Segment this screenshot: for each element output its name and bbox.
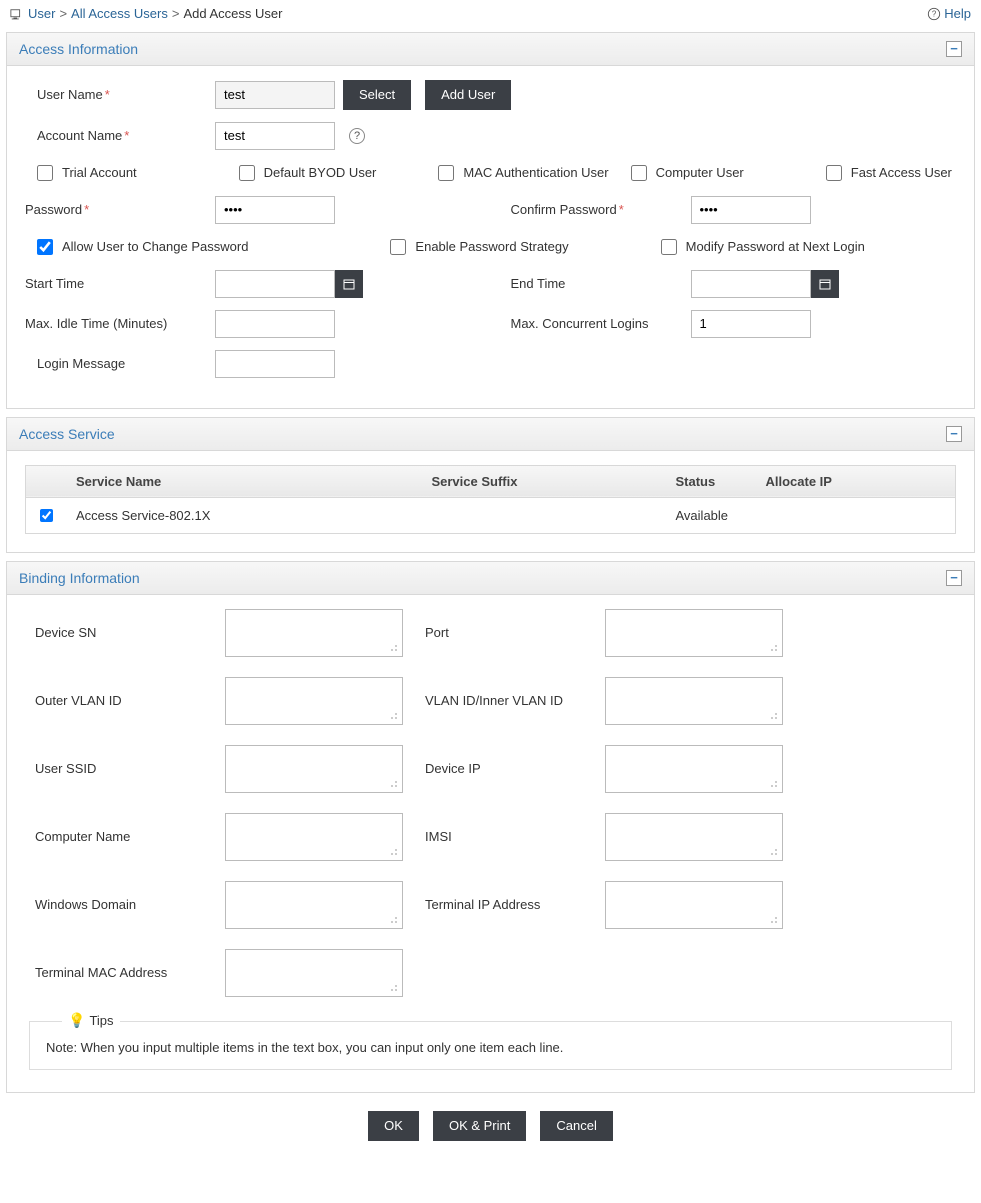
breadcrumb-sep: >: [172, 6, 180, 21]
default-byod-checkbox[interactable]: Default BYOD User: [235, 162, 377, 184]
port-label: Port: [425, 625, 585, 640]
cell-status: Available: [666, 497, 756, 533]
max-conc-label: Max. Concurrent Logins: [511, 316, 691, 331]
calendar-icon: [819, 278, 831, 290]
end-time-label: End Time: [511, 276, 691, 291]
fast-access-checkbox[interactable]: Fast Access User: [822, 162, 952, 184]
cell-allocate: [756, 497, 956, 533]
terminal-mac-input[interactable]: [225, 949, 403, 997]
top-bar: User > All Access Users > Add Access Use…: [0, 0, 981, 28]
breadcrumb-icon: [10, 6, 24, 22]
max-idle-label: Max. Idle Time (Minutes): [25, 316, 215, 331]
collapse-button[interactable]: −: [946, 570, 962, 586]
mac-auth-checkbox[interactable]: MAC Authentication User: [434, 162, 608, 184]
breadcrumb-current: Add Access User: [183, 6, 282, 21]
device-ip-input[interactable]: [605, 745, 783, 793]
enable-pw-strategy-checkbox[interactable]: Enable Password Strategy: [386, 236, 568, 258]
user-name-label: User Name*: [25, 87, 215, 102]
trial-account-checkbox[interactable]: Trial Account: [33, 162, 137, 184]
panel-title: Binding Information: [19, 570, 140, 586]
breadcrumb-sep: >: [59, 6, 67, 21]
collapse-button[interactable]: −: [946, 426, 962, 442]
account-name-input[interactable]: [215, 122, 335, 150]
imsi-input[interactable]: [605, 813, 783, 861]
user-ssid-input[interactable]: [225, 745, 403, 793]
cancel-button[interactable]: Cancel: [540, 1111, 612, 1141]
svg-text:?: ?: [932, 9, 937, 18]
device-ip-label: Device IP: [425, 761, 585, 776]
password-label: Password*: [25, 202, 215, 217]
service-row-checkbox[interactable]: [40, 509, 53, 522]
help-label: Help: [944, 6, 971, 21]
add-user-button[interactable]: Add User: [425, 80, 511, 110]
start-time-input[interactable]: [215, 270, 335, 298]
panel-header-access-info: Access Information −: [7, 33, 974, 66]
help-icon: ?: [927, 7, 941, 21]
max-idle-input[interactable]: [215, 310, 335, 338]
start-time-picker-button[interactable]: [335, 270, 363, 298]
col-service-name: Service Name: [66, 465, 421, 497]
outer-vlan-label: Outer VLAN ID: [35, 693, 205, 708]
end-time-input[interactable]: [691, 270, 811, 298]
user-ssid-label: User SSID: [35, 761, 205, 776]
outer-vlan-input[interactable]: [225, 677, 403, 725]
bulb-icon: 💡: [68, 1012, 85, 1029]
account-name-label: Account Name*: [25, 128, 215, 143]
windows-domain-input[interactable]: [225, 881, 403, 929]
computer-name-input[interactable]: [225, 813, 403, 861]
ok-print-button[interactable]: OK & Print: [433, 1111, 526, 1141]
password-input[interactable]: [215, 196, 335, 224]
breadcrumb-user[interactable]: User: [28, 6, 55, 21]
confirm-password-input[interactable]: [691, 196, 811, 224]
login-msg-label: Login Message: [25, 356, 215, 371]
col-status: Status: [666, 465, 756, 497]
tips-box: 💡 Tips Note: When you input multiple ite…: [29, 1021, 952, 1070]
terminal-ip-input[interactable]: [605, 881, 783, 929]
max-conc-input[interactable]: [691, 310, 811, 338]
panel-title: Access Information: [19, 41, 138, 57]
start-time-label: Start Time: [25, 276, 215, 291]
col-allocate-ip: Allocate IP: [756, 465, 956, 497]
panel-title: Access Service: [19, 426, 115, 442]
login-msg-input[interactable]: [215, 350, 335, 378]
select-button[interactable]: Select: [343, 80, 411, 110]
tips-note: Note: When you input multiple items in t…: [46, 1040, 935, 1055]
device-sn-label: Device SN: [35, 625, 205, 640]
modify-pw-next-checkbox[interactable]: Modify Password at Next Login: [657, 236, 865, 258]
imsi-label: IMSI: [425, 829, 585, 844]
help-link[interactable]: ? Help: [927, 6, 971, 21]
cell-service-suffix: [421, 497, 665, 533]
confirm-password-label: Confirm Password*: [511, 202, 691, 217]
service-table: Service Name Service Suffix Status Alloc…: [25, 465, 956, 534]
help-icon[interactable]: ?: [349, 128, 365, 144]
table-row: Access Service-802.1X Available: [26, 497, 956, 533]
panel-access-service: Access Service − Service Name Service Su…: [6, 417, 975, 553]
user-name-input[interactable]: [215, 81, 335, 109]
breadcrumb-all-users[interactable]: All Access Users: [71, 6, 168, 21]
footer-buttons: OK OK & Print Cancel: [0, 1101, 981, 1155]
computer-user-checkbox[interactable]: Computer User: [627, 162, 744, 184]
ok-button[interactable]: OK: [368, 1111, 419, 1141]
cell-service-name: Access Service-802.1X: [66, 497, 421, 533]
collapse-button[interactable]: −: [946, 41, 962, 57]
device-sn-input[interactable]: [225, 609, 403, 657]
computer-name-label: Computer Name: [35, 829, 205, 844]
tips-legend: 💡 Tips: [62, 1012, 120, 1029]
terminal-mac-label: Terminal MAC Address: [35, 965, 205, 980]
inner-vlan-label: VLAN ID/Inner VLAN ID: [425, 693, 585, 708]
windows-domain-label: Windows Domain: [35, 897, 205, 912]
panel-header-binding: Binding Information −: [7, 562, 974, 595]
allow-change-pw-checkbox[interactable]: Allow User to Change Password: [33, 236, 248, 258]
port-input[interactable]: [605, 609, 783, 657]
end-time-picker-button[interactable]: [811, 270, 839, 298]
col-service-suffix: Service Suffix: [421, 465, 665, 497]
breadcrumb: User > All Access Users > Add Access Use…: [10, 6, 282, 22]
calendar-icon: [343, 278, 355, 290]
panel-access-info: Access Information − User Name* Select A…: [6, 32, 975, 409]
tips-title: Tips: [89, 1013, 113, 1028]
panel-binding-info: Binding Information − Device SN Port Out…: [6, 561, 975, 1093]
panel-header-access-service: Access Service −: [7, 418, 974, 451]
terminal-ip-label: Terminal IP Address: [425, 897, 585, 912]
inner-vlan-input[interactable]: [605, 677, 783, 725]
